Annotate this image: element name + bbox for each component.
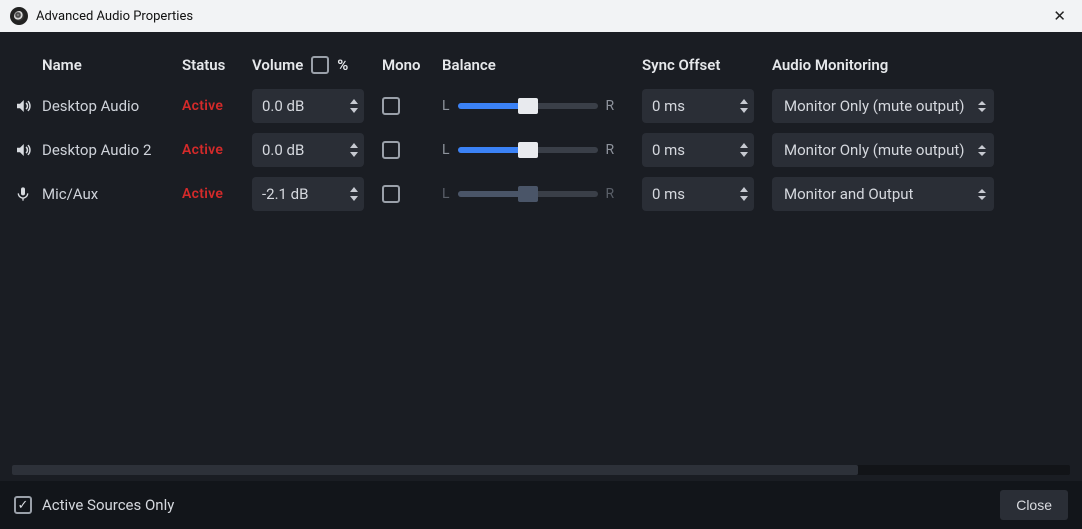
active-sources-only-checkbox[interactable] — [14, 496, 32, 514]
col-monitoring: Audio Monitoring — [772, 56, 1002, 74]
balance-left-label: L — [442, 98, 450, 114]
balance-slider[interactable] — [458, 147, 598, 153]
volume-stepper[interactable] — [350, 99, 358, 113]
sync-stepper[interactable] — [740, 187, 748, 201]
audio-source-row: Desktop Audio Active 0.0 dB L R 0 ms — [12, 84, 1070, 128]
col-sync: Sync Offset — [642, 56, 772, 74]
sync-stepper[interactable] — [740, 143, 748, 157]
app-icon — [10, 7, 28, 25]
audio-monitoring-select[interactable]: Monitor and Output — [772, 177, 994, 211]
audio-monitoring-select[interactable]: Monitor Only (mute output) — [772, 133, 994, 167]
footer: Active Sources Only Close — [0, 481, 1082, 529]
select-arrow-icon — [978, 189, 986, 200]
sync-offset-field[interactable]: 0 ms — [642, 89, 754, 123]
balance-thumb[interactable] — [518, 98, 538, 114]
source-status: Active — [182, 186, 252, 202]
close-button[interactable]: Close — [1000, 490, 1068, 520]
audio-monitoring-select[interactable]: Monitor Only (mute output) — [772, 89, 994, 123]
source-name: Mic/Aux — [42, 185, 182, 203]
main-panel: Name Status Volume % Mono Balance Sync O… — [0, 32, 1082, 481]
mono-checkbox[interactable] — [382, 97, 400, 115]
audio-source-row: Mic/Aux Active -2.1 dB L R 0 ms — [12, 172, 1070, 216]
speaker-icon — [12, 141, 34, 159]
mono-checkbox[interactable] — [382, 141, 400, 159]
source-status: Active — [182, 142, 252, 158]
balance-left-label: L — [442, 142, 450, 158]
source-name: Desktop Audio — [42, 97, 182, 115]
horizontal-scrollbar[interactable] — [12, 465, 1070, 475]
volume-stepper[interactable] — [350, 143, 358, 157]
titlebar: Advanced Audio Properties ✕ — [0, 0, 1082, 32]
window-title: Advanced Audio Properties — [36, 9, 193, 24]
volume-field[interactable]: 0.0 dB — [252, 89, 364, 123]
source-status: Active — [182, 98, 252, 114]
select-arrow-icon — [978, 101, 986, 112]
sync-offset-field[interactable]: 0 ms — [642, 133, 754, 167]
col-mono: Mono — [382, 56, 442, 74]
sync-stepper[interactable] — [740, 99, 748, 113]
microphone-icon — [12, 185, 34, 203]
balance-thumb[interactable] — [518, 186, 538, 202]
select-arrow-icon — [978, 145, 986, 156]
window-close-icon[interactable]: ✕ — [1047, 3, 1072, 29]
source-name: Desktop Audio 2 — [42, 141, 182, 159]
balance-slider[interactable] — [458, 191, 598, 197]
sync-offset-field[interactable]: 0 ms — [642, 177, 754, 211]
audio-source-row: Desktop Audio 2 Active 0.0 dB L R 0 ms — [12, 128, 1070, 172]
volume-stepper[interactable] — [350, 187, 358, 201]
scrollbar-thumb[interactable] — [12, 465, 858, 475]
balance-left-label: L — [442, 186, 450, 202]
col-status: Status — [182, 56, 252, 74]
balance-right-label: R — [606, 142, 615, 158]
balance-slider[interactable] — [458, 103, 598, 109]
mono-checkbox[interactable] — [382, 185, 400, 203]
col-balance: Balance — [442, 56, 642, 74]
volume-field[interactable]: -2.1 dB — [252, 177, 364, 211]
balance-right-label: R — [606, 98, 615, 114]
speaker-icon — [12, 97, 34, 115]
col-volume: Volume % — [252, 56, 382, 74]
active-sources-only-label: Active Sources Only — [42, 496, 174, 514]
volume-percent-checkbox[interactable] — [311, 56, 329, 74]
balance-right-label: R — [606, 186, 615, 202]
volume-field[interactable]: 0.0 dB — [252, 133, 364, 167]
col-name: Name — [42, 56, 182, 74]
balance-thumb[interactable] — [518, 142, 538, 158]
table-header: Name Status Volume % Mono Balance Sync O… — [12, 46, 1070, 84]
